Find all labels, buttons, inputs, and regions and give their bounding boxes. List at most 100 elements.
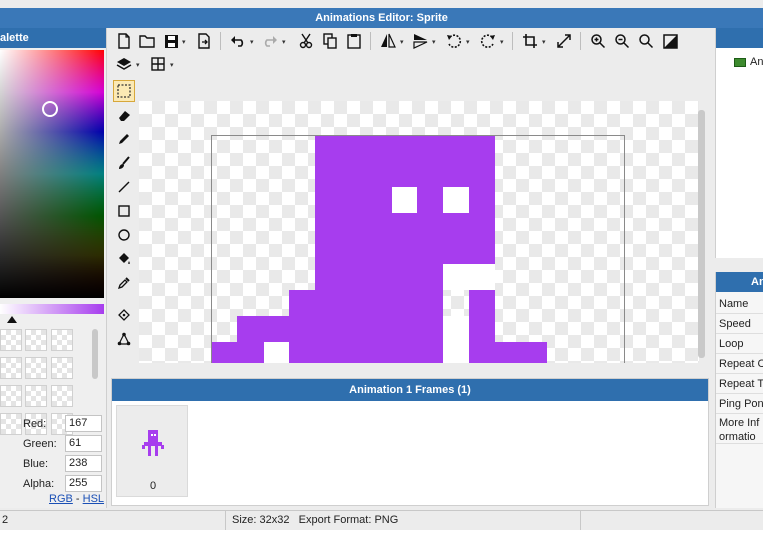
mode-separator: - bbox=[72, 493, 83, 505]
zoom-out-icon[interactable] bbox=[612, 31, 632, 51]
color-gradient-picker[interactable] bbox=[0, 50, 104, 298]
rgb-mode-link[interactable]: RGB bbox=[49, 493, 73, 505]
sprite-left-eye-pixels bbox=[392, 187, 417, 213]
crop-dropdown-icon[interactable]: ▾ bbox=[542, 38, 546, 46]
fill-bucket-icon[interactable] bbox=[113, 248, 135, 270]
node-icon[interactable] bbox=[113, 328, 135, 350]
swatch[interactable] bbox=[0, 357, 22, 379]
resize-icon[interactable] bbox=[554, 31, 574, 51]
open-folder-icon[interactable] bbox=[137, 31, 157, 51]
paste-icon[interactable] bbox=[344, 31, 364, 51]
property-more-information[interactable]: More Informatio bbox=[716, 414, 763, 444]
grid-icon[interactable] bbox=[148, 54, 168, 74]
swatch[interactable] bbox=[25, 385, 47, 407]
swatch[interactable] bbox=[0, 413, 22, 435]
export-icon[interactable] bbox=[194, 31, 214, 51]
layers-icon[interactable] bbox=[114, 54, 134, 74]
layers-dropdown-icon[interactable]: ▾ bbox=[136, 61, 140, 69]
redo-icon[interactable] bbox=[260, 31, 280, 51]
frame-thumbnail[interactable]: 0 bbox=[116, 405, 188, 497]
property-name[interactable]: Name bbox=[716, 294, 763, 314]
status-info: Size: 32x32 Export Format: PNG bbox=[225, 511, 580, 530]
save-dropdown-icon[interactable]: ▾ bbox=[182, 38, 186, 46]
point-icon[interactable] bbox=[113, 304, 135, 326]
status-left-text: 2 bbox=[2, 514, 9, 526]
select-rectangle-icon[interactable] bbox=[113, 80, 135, 102]
property-repeat-to[interactable]: Repeat To bbox=[716, 374, 763, 394]
animation-properties-panel: Anim Name Speed Loop Repeat C Repeat To … bbox=[715, 272, 763, 508]
sprite-left-leg-pixels bbox=[212, 342, 264, 364]
swatch-scrollbar[interactable] bbox=[92, 329, 98, 379]
swatch[interactable] bbox=[25, 329, 47, 351]
rotate-right-dropdown-icon[interactable]: ▾ bbox=[500, 38, 504, 46]
redo-dropdown-icon[interactable]: ▾ bbox=[282, 38, 286, 46]
sprite-canvas[interactable] bbox=[211, 135, 625, 364]
alpha-slider-handle[interactable] bbox=[7, 316, 17, 323]
sprite-canvas-area[interactable] bbox=[139, 101, 699, 364]
rotate-right-icon[interactable] bbox=[478, 31, 498, 51]
property-repeat-count[interactable]: Repeat C bbox=[716, 354, 763, 374]
flip-horizontal-dropdown-icon[interactable]: ▾ bbox=[400, 38, 404, 46]
frame-preview-sprite bbox=[142, 430, 164, 456]
canvas-vertical-scrollbar[interactable] bbox=[698, 110, 705, 358]
save-icon[interactable] bbox=[161, 31, 181, 51]
undo-icon[interactable] bbox=[228, 31, 248, 51]
zoom-in-icon[interactable] bbox=[588, 31, 608, 51]
red-field[interactable]: 167 bbox=[65, 415, 102, 432]
animation-item-label: An bbox=[750, 56, 763, 68]
animations-editor-window: Animations Editor: Sprite alette Red: 16… bbox=[0, 0, 763, 541]
toolbar-separator bbox=[370, 32, 371, 50]
crop-icon[interactable] bbox=[520, 31, 540, 51]
window-title: Animations Editor: Sprite bbox=[0, 8, 763, 28]
grid-dropdown-icon[interactable]: ▾ bbox=[170, 61, 174, 69]
rotate-left-dropdown-icon[interactable]: ▾ bbox=[466, 38, 470, 46]
flip-horizontal-icon[interactable] bbox=[378, 31, 398, 51]
sprite-gap-pixels bbox=[443, 316, 469, 364]
property-speed[interactable]: Speed bbox=[716, 314, 763, 334]
swatch[interactable] bbox=[0, 385, 22, 407]
flip-vertical-dropdown-icon[interactable]: ▾ bbox=[432, 38, 436, 46]
green-field[interactable]: 61 bbox=[65, 435, 102, 452]
alpha-field[interactable]: 255 bbox=[65, 475, 102, 492]
flip-vertical-icon[interactable] bbox=[410, 31, 430, 51]
hsl-mode-link[interactable]: HSL bbox=[83, 493, 104, 505]
swatch[interactable] bbox=[25, 357, 47, 379]
toolbar-separator bbox=[220, 32, 221, 50]
swatch[interactable] bbox=[51, 357, 73, 379]
fill-screen-icon[interactable] bbox=[660, 31, 680, 51]
eraser-icon[interactable] bbox=[113, 104, 135, 126]
pencil-icon[interactable] bbox=[113, 128, 135, 150]
alpha-slider[interactable] bbox=[0, 304, 104, 314]
swatch[interactable] bbox=[51, 385, 73, 407]
animations-list-header bbox=[716, 28, 763, 48]
ellipse-icon[interactable] bbox=[113, 224, 135, 246]
frames-panel-header: Animation 1 Frames (1) bbox=[112, 379, 708, 401]
main-toolbar: ▾ ▾ ▾ ▾ ▾ ▾ ▾ ▾ ▾ ▾ bbox=[108, 28, 712, 76]
sprite-gap-pixels bbox=[264, 342, 289, 364]
property-loop[interactable]: Loop bbox=[716, 334, 763, 354]
canvas-horizontal-scrollbar[interactable] bbox=[139, 363, 699, 373]
blue-field[interactable]: 238 bbox=[65, 455, 102, 472]
new-file-icon[interactable] bbox=[114, 31, 134, 51]
status-export-format: Export Format: PNG bbox=[298, 514, 399, 526]
rectangle-icon[interactable] bbox=[113, 200, 135, 222]
rotate-left-icon[interactable] bbox=[444, 31, 464, 51]
zoom-fit-icon[interactable] bbox=[636, 31, 656, 51]
swatch[interactable] bbox=[51, 329, 73, 351]
brush-icon[interactable] bbox=[113, 152, 135, 174]
alpha-label: Alpha: bbox=[23, 478, 55, 490]
red-label: Red: bbox=[23, 418, 47, 430]
swatch[interactable] bbox=[0, 329, 22, 351]
status-bar: 2 Size: 32x32 Export Format: PNG bbox=[0, 510, 763, 530]
property-ping-pong[interactable]: Ping Pong bbox=[716, 394, 763, 414]
sprite-right-eye-pixels bbox=[443, 187, 469, 213]
cut-icon[interactable] bbox=[296, 31, 316, 51]
animation-list-item[interactable]: An bbox=[734, 56, 763, 68]
undo-dropdown-icon[interactable]: ▾ bbox=[250, 38, 254, 46]
status-right-segment bbox=[580, 511, 763, 530]
copy-icon[interactable] bbox=[320, 31, 340, 51]
palette-panel-header: alette bbox=[0, 28, 106, 48]
line-icon[interactable] bbox=[113, 176, 135, 198]
eyedropper-icon[interactable] bbox=[113, 272, 135, 294]
color-picker-handle[interactable] bbox=[42, 101, 58, 117]
